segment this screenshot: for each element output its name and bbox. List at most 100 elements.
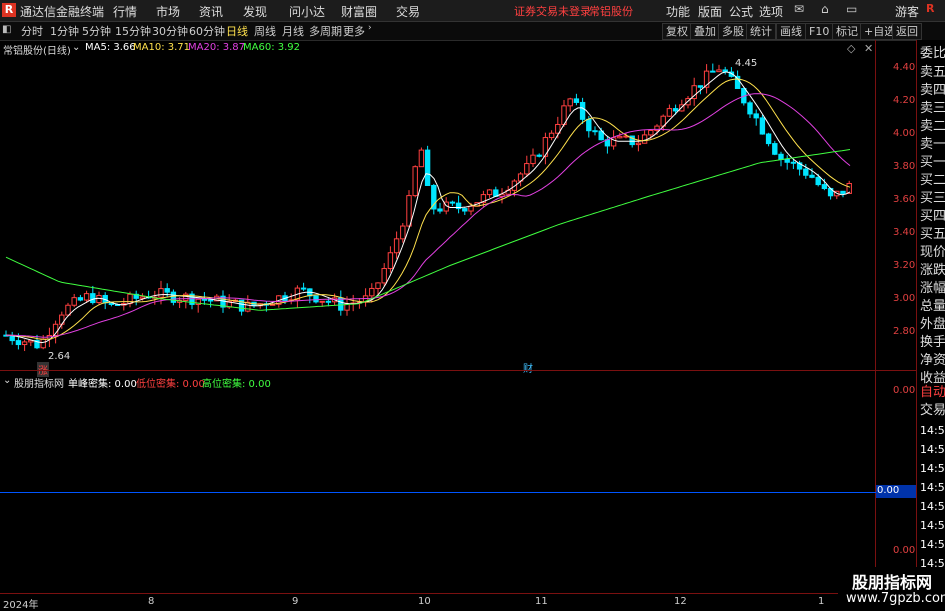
candle-body bbox=[40, 338, 46, 349]
quote-label: 买五 bbox=[920, 227, 945, 242]
candle-body bbox=[96, 294, 102, 304]
candle-body bbox=[486, 189, 493, 196]
candle-body bbox=[201, 298, 208, 301]
candle-body bbox=[400, 225, 406, 240]
candle-body bbox=[77, 297, 84, 301]
candle-body bbox=[784, 158, 790, 163]
candle-body bbox=[424, 149, 431, 186]
quote-label: 买二 bbox=[920, 173, 945, 188]
menu-formula[interactable]: 公式 bbox=[729, 3, 753, 20]
menu-layout[interactable]: 版面 bbox=[698, 3, 722, 20]
period-15min[interactable]: 15分钟 bbox=[115, 23, 151, 39]
indicator-chevron-icon[interactable]: ⌄ bbox=[3, 375, 11, 386]
quote-label: 总量 bbox=[920, 299, 945, 314]
menu-item-discover[interactable]: 发现 bbox=[243, 3, 267, 20]
y-tick: 2.80 bbox=[893, 326, 916, 337]
period-daily[interactable]: 日线 bbox=[226, 23, 248, 39]
collapse-icon[interactable]: ◧ bbox=[2, 24, 11, 35]
app-title: 通达信金融终端 bbox=[20, 5, 105, 19]
more-chevron-icon[interactable]: › bbox=[368, 23, 372, 33]
candle-body bbox=[536, 154, 542, 157]
period-weekly[interactable]: 周线 bbox=[254, 23, 276, 39]
y-tick: 4.20 bbox=[893, 95, 916, 106]
menu-item-market[interactable]: 市场 bbox=[156, 3, 180, 20]
candle-body bbox=[710, 70, 716, 73]
period-more[interactable]: 更多 bbox=[343, 23, 365, 39]
menu-item-xiaoda[interactable]: 问小达 bbox=[289, 3, 325, 20]
btn-mark[interactable]: 标记 bbox=[832, 23, 862, 40]
menu-item-news[interactable]: 资讯 bbox=[199, 3, 223, 20]
time-label: 14:56 bbox=[920, 481, 945, 494]
y-tick: 3.20 bbox=[893, 260, 916, 271]
btn-overlay[interactable]: 叠加 bbox=[690, 23, 720, 40]
current-value-box: 0.00 bbox=[876, 485, 917, 498]
candle-body bbox=[672, 108, 679, 112]
candle-body bbox=[449, 201, 456, 204]
menu-options[interactable]: 选项 bbox=[759, 3, 783, 20]
menu-function[interactable]: 功能 bbox=[666, 3, 690, 20]
quote-label: 买三 bbox=[920, 191, 945, 206]
auto-trade-label[interactable]: 自动 bbox=[920, 384, 945, 402]
quote-label: 卖四 bbox=[920, 83, 945, 98]
period-60min[interactable]: 60分钟 bbox=[189, 23, 225, 39]
candle-body bbox=[393, 238, 400, 254]
user-guest[interactable]: 游客 bbox=[895, 3, 919, 20]
btn-back[interactable]: 返回 bbox=[892, 23, 922, 40]
x-axis-line bbox=[0, 593, 916, 594]
period-multi[interactable]: 多周期 bbox=[309, 23, 342, 39]
candle-body bbox=[573, 98, 580, 103]
quote-label: 卖三 bbox=[920, 101, 945, 116]
btn-f10[interactable]: F10 bbox=[805, 23, 834, 40]
candle-body bbox=[790, 161, 797, 164]
login-warning[interactable]: 证券交易未登录 bbox=[514, 3, 591, 19]
candle-body bbox=[207, 299, 214, 302]
candle-body bbox=[840, 190, 846, 194]
candle-body bbox=[412, 166, 418, 197]
candle-body bbox=[319, 300, 325, 303]
quote-label: 换手 bbox=[920, 335, 945, 350]
candle-body bbox=[592, 130, 598, 133]
high-price-label: 4.45 bbox=[735, 58, 758, 69]
btn-multistock[interactable]: 多股 bbox=[718, 23, 748, 40]
btn-stats[interactable]: 统计 bbox=[746, 23, 776, 40]
envelope-icon[interactable]: ✉ bbox=[794, 2, 804, 16]
watermark: 股朋指标网 www.7gpzb.com bbox=[838, 567, 945, 609]
finance-badge[interactable]: 财 bbox=[523, 360, 533, 375]
quote-label: 卖一 bbox=[920, 137, 945, 152]
btn-fuquan[interactable]: 复权 bbox=[662, 23, 692, 40]
menu-item-quotes[interactable]: 行情 bbox=[113, 3, 137, 20]
btn-draw[interactable]: 画线 bbox=[776, 23, 806, 40]
menu-item-wealth[interactable]: 财富圈 bbox=[341, 3, 377, 20]
period-5min[interactable]: 5分钟 bbox=[82, 23, 111, 39]
lock-icon[interactable]: ⌂ bbox=[821, 2, 829, 16]
period-30min[interactable]: 30分钟 bbox=[152, 23, 188, 39]
candle-body bbox=[716, 69, 722, 73]
candle-body bbox=[59, 314, 65, 325]
candlestick-chart[interactable] bbox=[0, 40, 875, 370]
y-tick: 3.60 bbox=[893, 194, 916, 205]
quote-label: 买一 bbox=[920, 155, 945, 170]
candle-body bbox=[406, 195, 412, 227]
time-label: 14:56 bbox=[920, 538, 945, 551]
quote-label: 卖二 bbox=[920, 119, 945, 134]
candle-body bbox=[586, 118, 592, 132]
quote-label: 委比 bbox=[920, 46, 945, 61]
period-monthly[interactable]: 月线 bbox=[282, 23, 304, 39]
candle-body bbox=[579, 101, 586, 120]
candle-body bbox=[325, 300, 332, 303]
watermark-url: www.7gpzb.com bbox=[846, 591, 945, 606]
candle-body bbox=[772, 143, 778, 155]
r-icon[interactable]: R bbox=[926, 2, 945, 19]
candle-body bbox=[821, 184, 828, 190]
minimize-icon[interactable]: ▭ bbox=[846, 2, 857, 16]
menu-item-trade[interactable]: 交易 bbox=[396, 3, 420, 20]
high-dense-value: 高位密集: 0.00 bbox=[202, 379, 271, 390]
candle-body bbox=[418, 149, 425, 168]
y-tick: 4.00 bbox=[893, 128, 916, 139]
trade-label[interactable]: 交易 bbox=[920, 402, 945, 420]
period-1min[interactable]: 1分钟 bbox=[50, 23, 79, 39]
period-fenshi[interactable]: 分时 bbox=[21, 23, 43, 39]
quote-label: 买四 bbox=[920, 209, 945, 224]
ind-tick: 0.00 bbox=[893, 545, 916, 556]
candle-body bbox=[815, 176, 821, 186]
